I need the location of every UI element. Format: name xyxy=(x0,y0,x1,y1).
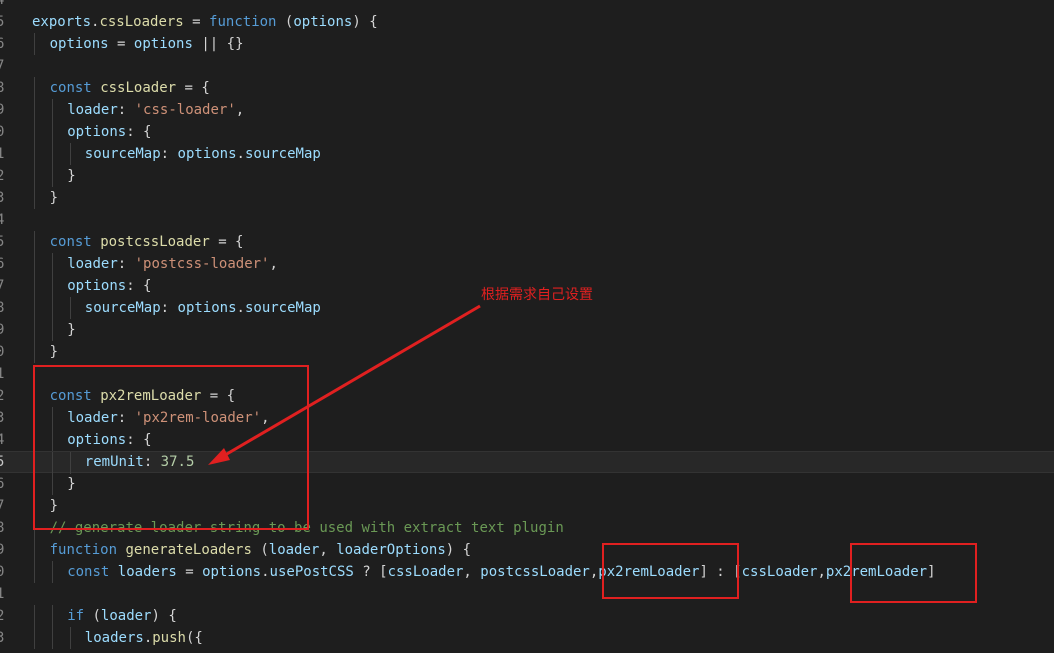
annotation-arrow xyxy=(208,304,481,465)
